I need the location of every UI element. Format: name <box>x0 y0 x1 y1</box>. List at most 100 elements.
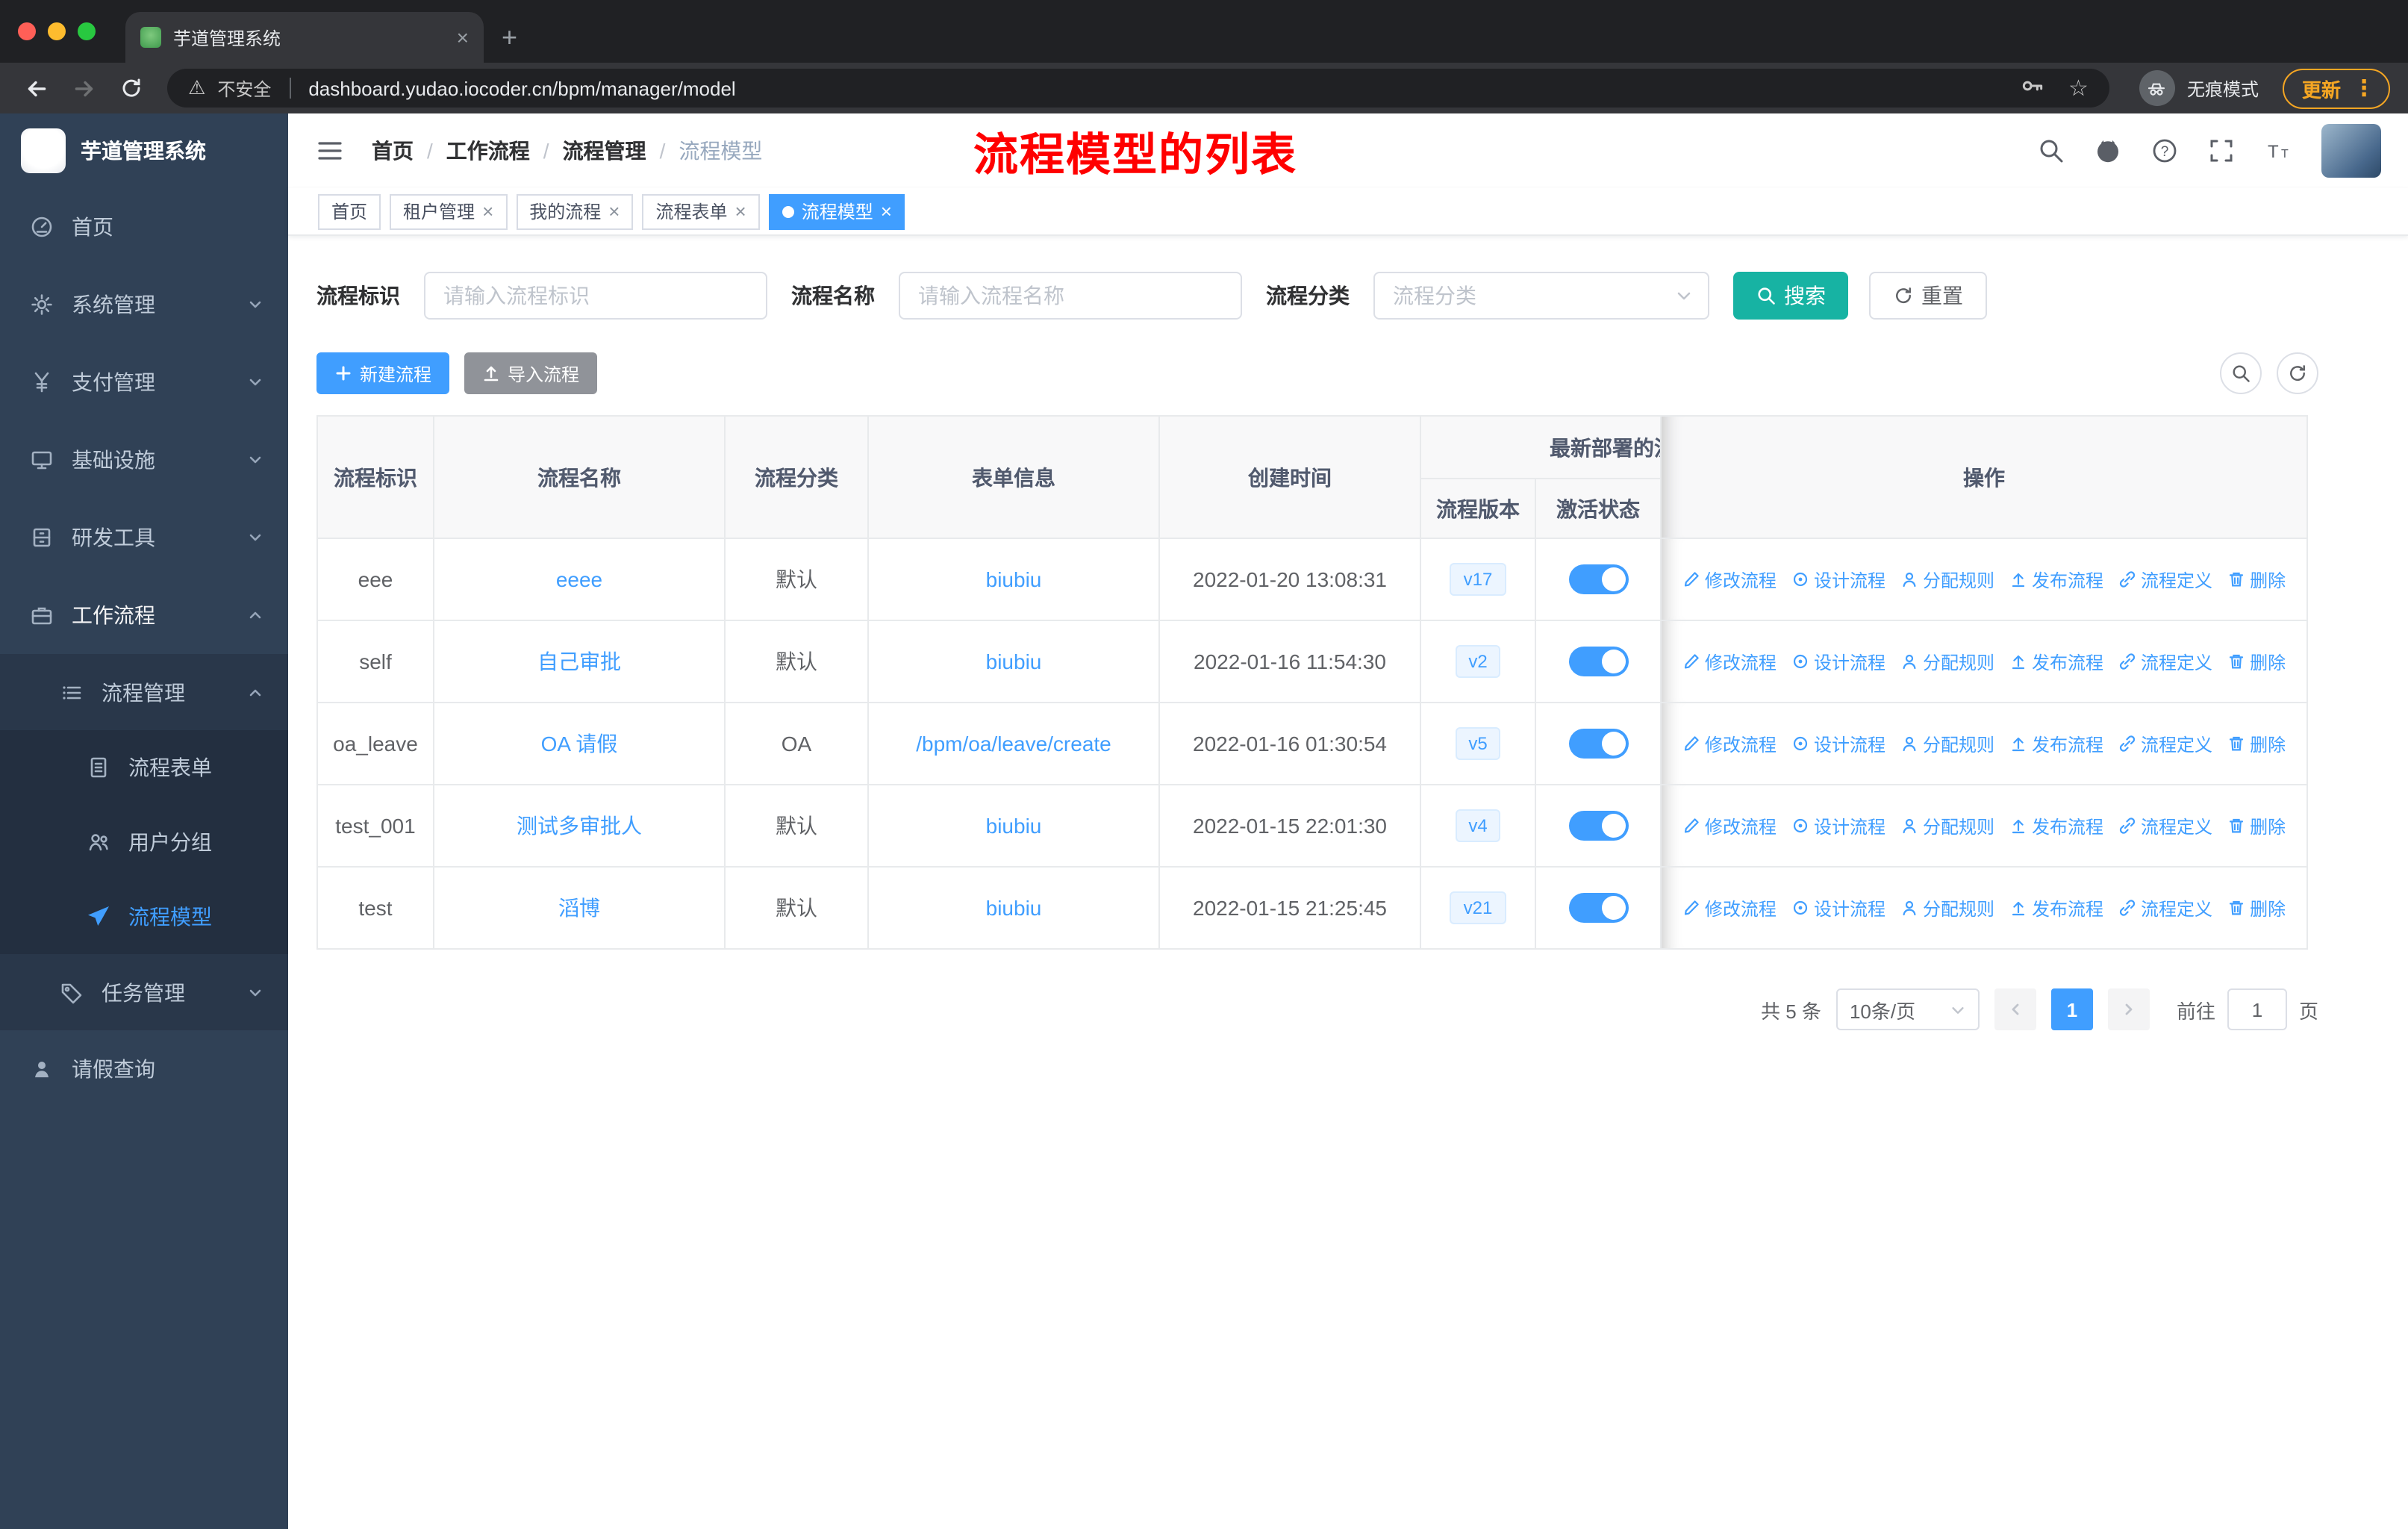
key-icon[interactable] <box>2019 73 2044 103</box>
form-info-link[interactable]: biubiu <box>986 896 1042 920</box>
search-button[interactable]: 搜索 <box>1733 272 1848 320</box>
action-process-definition[interactable]: 流程定义 <box>2118 895 2212 921</box>
active-toggle[interactable] <box>1568 564 1628 594</box>
close-icon[interactable]: × <box>735 202 746 221</box>
action-edit-process[interactable]: 修改流程 <box>1682 731 1777 756</box>
user-avatar[interactable] <box>2321 124 2381 178</box>
action-publish-process[interactable]: 发布流程 <box>2009 813 2103 838</box>
tag-home[interactable]: 首页 <box>318 193 381 229</box>
action-delete[interactable]: 删除 <box>2227 813 2286 838</box>
font-size-icon[interactable]: TT <box>2265 137 2292 164</box>
prev-page-button[interactable] <box>1994 988 2036 1030</box>
action-publish-process[interactable]: 发布流程 <box>2009 567 2103 592</box>
breadcrumb-item[interactable]: 首页 <box>372 136 414 166</box>
process-name-link[interactable]: 测试多审批人 <box>517 814 642 838</box>
sidebar-item-infrastructure[interactable]: 基础设施 <box>0 421 288 499</box>
forward-icon[interactable] <box>66 70 102 106</box>
action-publish-process[interactable]: 发布流程 <box>2009 649 2103 674</box>
form-info-link[interactable]: biubiu <box>986 814 1042 838</box>
action-process-definition[interactable]: 流程定义 <box>2118 813 2212 838</box>
action-delete[interactable]: 删除 <box>2227 895 2286 921</box>
action-delete[interactable]: 删除 <box>2227 731 2286 756</box>
action-design-process[interactable]: 设计流程 <box>1791 649 1885 674</box>
active-toggle[interactable] <box>1568 893 1628 923</box>
import-process-button[interactable]: 导入流程 <box>464 352 598 394</box>
action-assign-rules[interactable]: 分配规则 <box>1900 567 1994 592</box>
window-close-button[interactable] <box>18 22 36 40</box>
action-design-process[interactable]: 设计流程 <box>1791 731 1885 756</box>
back-icon[interactable] <box>18 70 54 106</box>
process-key-input[interactable] <box>424 272 767 320</box>
sidebar-item-home[interactable]: 首页 <box>0 188 288 266</box>
action-process-definition[interactable]: 流程定义 <box>2118 567 2212 592</box>
sidebar-item-user-group[interactable]: 用户分组 <box>0 805 288 879</box>
tag-process-model[interactable]: 流程模型 × <box>768 193 905 229</box>
active-toggle[interactable] <box>1568 647 1628 676</box>
process-name-link[interactable]: 滔博 <box>558 896 600 920</box>
window-zoom-button[interactable] <box>78 22 96 40</box>
help-icon[interactable]: ? <box>2151 137 2178 164</box>
hamburger-icon[interactable] <box>315 136 345 166</box>
url-field[interactable]: ⚠ 不安全 dashboard.yudao.iocoder.cn/bpm/man… <box>167 69 2109 108</box>
sidebar-item-workflow[interactable]: 工作流程 <box>0 576 288 654</box>
sidebar-item-dev-tools[interactable]: 研发工具 <box>0 499 288 576</box>
active-toggle[interactable] <box>1568 811 1628 841</box>
reload-icon[interactable] <box>113 70 149 106</box>
sidebar-item-process-model[interactable]: 流程模型 <box>0 879 288 954</box>
process-name-link[interactable]: 自己审批 <box>537 650 621 673</box>
window-minimize-button[interactable] <box>48 22 66 40</box>
form-info-link[interactable]: biubiu <box>986 650 1042 673</box>
process-name-link[interactable]: eeee <box>556 567 602 591</box>
tab-close-icon[interactable]: × <box>457 25 469 49</box>
action-assign-rules[interactable]: 分配规则 <box>1900 813 1994 838</box>
new-tab-button[interactable]: + <box>484 12 535 63</box>
sidebar-item-task-management[interactable]: 任务管理 <box>0 954 288 1030</box>
action-publish-process[interactable]: 发布流程 <box>2009 895 2103 921</box>
close-icon[interactable]: × <box>881 202 892 221</box>
create-process-button[interactable]: 新建流程 <box>316 352 450 394</box>
goto-page-input[interactable] <box>2227 988 2287 1030</box>
sidebar-item-payment[interactable]: 支付管理 <box>0 343 288 421</box>
close-icon[interactable]: × <box>608 202 620 221</box>
tag-process-form[interactable]: 流程表单 × <box>642 193 760 229</box>
action-edit-process[interactable]: 修改流程 <box>1682 567 1777 592</box>
action-design-process[interactable]: 设计流程 <box>1791 813 1885 838</box>
action-delete[interactable]: 删除 <box>2227 567 2286 592</box>
action-edit-process[interactable]: 修改流程 <box>1682 649 1777 674</box>
search-icon[interactable] <box>2038 137 2065 164</box>
next-page-button[interactable] <box>2107 988 2150 1030</box>
close-icon[interactable]: × <box>482 202 493 221</box>
action-edit-process[interactable]: 修改流程 <box>1682 895 1777 921</box>
process-name-link[interactable]: OA 请假 <box>541 732 618 756</box>
reset-button[interactable]: 重置 <box>1869 272 1987 320</box>
form-info-link[interactable]: /bpm/oa/leave/create <box>916 732 1111 756</box>
browser-menu-icon[interactable]: ⋮ <box>2353 77 2375 99</box>
action-design-process[interactable]: 设计流程 <box>1791 895 1885 921</box>
page-number-current[interactable]: 1 <box>2050 988 2093 1030</box>
action-design-process[interactable]: 设计流程 <box>1791 567 1885 592</box>
action-publish-process[interactable]: 发布流程 <box>2009 731 2103 756</box>
sidebar-item-system[interactable]: 系统管理 <box>0 266 288 343</box>
toggle-search-button[interactable] <box>2220 352 2262 394</box>
sidebar-item-process-management[interactable]: 流程管理 <box>0 654 288 730</box>
refresh-button[interactable] <box>2277 352 2318 394</box>
sidebar-item-leave-query[interactable]: 请假查询 <box>0 1030 288 1108</box>
action-assign-rules[interactable]: 分配规则 <box>1900 649 1994 674</box>
tag-tenant-management[interactable]: 租户管理 × <box>390 193 508 229</box>
fullscreen-icon[interactable] <box>2208 137 2235 164</box>
breadcrumb-item[interactable]: 工作流程 <box>446 136 530 166</box>
category-select[interactable]: 流程分类 <box>1373 272 1709 320</box>
page-size-select[interactable]: 10条/页 <box>1835 988 1980 1030</box>
browser-update-button[interactable]: 更新 ⋮ <box>2282 68 2390 108</box>
sidebar-item-process-form[interactable]: 流程表单 <box>0 730 288 805</box>
breadcrumb-item[interactable]: 流程管理 <box>563 136 646 166</box>
action-assign-rules[interactable]: 分配规则 <box>1900 731 1994 756</box>
tag-my-process[interactable]: 我的流程 × <box>516 193 634 229</box>
github-icon[interactable] <box>2094 137 2121 164</box>
form-info-link[interactable]: biubiu <box>986 567 1042 591</box>
action-edit-process[interactable]: 修改流程 <box>1682 813 1777 838</box>
bookmark-star-icon[interactable]: ☆ <box>2068 75 2089 102</box>
action-process-definition[interactable]: 流程定义 <box>2118 649 2212 674</box>
active-toggle[interactable] <box>1568 729 1628 759</box>
action-delete[interactable]: 删除 <box>2227 649 2286 674</box>
